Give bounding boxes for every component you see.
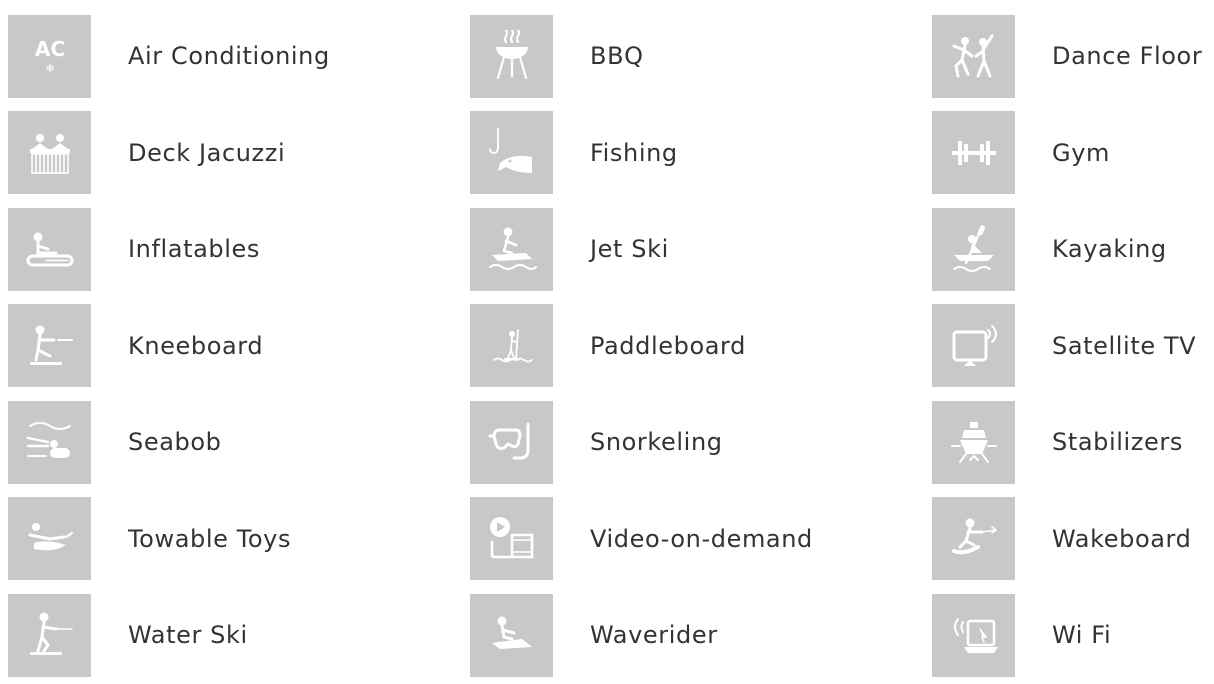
amenity-waverider: Waverider [470, 587, 932, 684]
amenity-label: Wakeboard [1052, 524, 1192, 553]
waverider-icon [470, 593, 553, 677]
amenity-jet-ski: Jet Ski [470, 201, 932, 298]
stabilizers-icon [932, 400, 1015, 484]
amenity-wakeboard: Wakeboard [932, 491, 1214, 588]
amenity-towable-toys: Towable Toys [8, 491, 470, 588]
amenity-label: Air Conditioning [128, 42, 330, 71]
amenity-snorkeling: Snorkeling [470, 394, 932, 491]
amenities-grid: AC ❄ Air Conditioning BBQ Dance Floor De… [8, 8, 1214, 684]
jet-ski-icon [470, 207, 553, 291]
seabob-icon [8, 400, 91, 484]
amenity-label: Dance Floor [1052, 42, 1203, 71]
amenity-label: Wi Fi [1052, 621, 1112, 650]
amenity-label: Video-on-demand [590, 524, 813, 553]
amenity-kneeboard: Kneeboard [8, 298, 470, 395]
amenity-stabilizers: Stabilizers [932, 394, 1214, 491]
amenity-label: Kayaking [1052, 235, 1167, 264]
amenity-label: Inflatables [128, 235, 261, 264]
amenity-label: Paddleboard [590, 331, 746, 360]
snorkeling-icon [470, 400, 553, 484]
amenity-water-ski: Water Ski [8, 587, 470, 684]
svg-text:❄: ❄ [45, 62, 54, 75]
amenity-fishing: Fishing [470, 105, 932, 202]
amenity-label: Waverider [590, 621, 718, 650]
amenity-label: Kneeboard [128, 331, 264, 360]
kneeboard-icon [8, 304, 91, 388]
amenity-inflatables: Inflatables [8, 201, 470, 298]
bbq-icon [470, 14, 553, 98]
video-on-demand-icon [470, 497, 553, 581]
amenity-satellite-tv: Satellite TV [932, 298, 1214, 395]
amenity-label: Snorkeling [590, 428, 723, 457]
paddleboard-icon [470, 304, 553, 388]
towable-toys-icon [8, 497, 91, 581]
ac-icon: AC ❄ [8, 14, 91, 98]
amenity-air-conditioning: AC ❄ Air Conditioning [8, 8, 470, 105]
amenity-dance-floor: Dance Floor [932, 8, 1214, 105]
fishing-icon [470, 111, 553, 195]
svg-text:AC: AC [34, 37, 64, 61]
wifi-icon [932, 593, 1015, 677]
amenity-label: BBQ [590, 42, 644, 71]
amenity-wifi: Wi Fi [932, 587, 1214, 684]
amenity-label: Water Ski [128, 621, 248, 650]
amenity-kayaking: Kayaking [932, 201, 1214, 298]
water-ski-icon [8, 593, 91, 677]
wakeboard-icon [932, 497, 1015, 581]
inflatables-icon [8, 207, 91, 291]
amenity-label: Towable Toys [128, 524, 292, 553]
jacuzzi-icon [8, 111, 91, 195]
amenity-video-on-demand: Video-on-demand [470, 491, 932, 588]
dance-floor-icon [932, 14, 1015, 98]
gym-icon [932, 111, 1015, 195]
amenity-label: Deck Jacuzzi [128, 138, 286, 167]
satellite-tv-icon [932, 304, 1015, 388]
amenity-label: Fishing [590, 138, 678, 167]
amenity-label: Gym [1052, 138, 1110, 167]
kayaking-icon [932, 207, 1015, 291]
amenity-label: Stabilizers [1052, 428, 1183, 457]
amenity-label: Jet Ski [590, 235, 669, 264]
amenity-deck-jacuzzi: Deck Jacuzzi [8, 105, 470, 202]
amenity-bbq: BBQ [470, 8, 932, 105]
amenity-label: Satellite TV [1052, 331, 1197, 360]
amenity-gym: Gym [932, 105, 1214, 202]
amenity-seabob: Seabob [8, 394, 470, 491]
amenity-label: Seabob [128, 428, 222, 457]
amenity-paddleboard: Paddleboard [470, 298, 932, 395]
